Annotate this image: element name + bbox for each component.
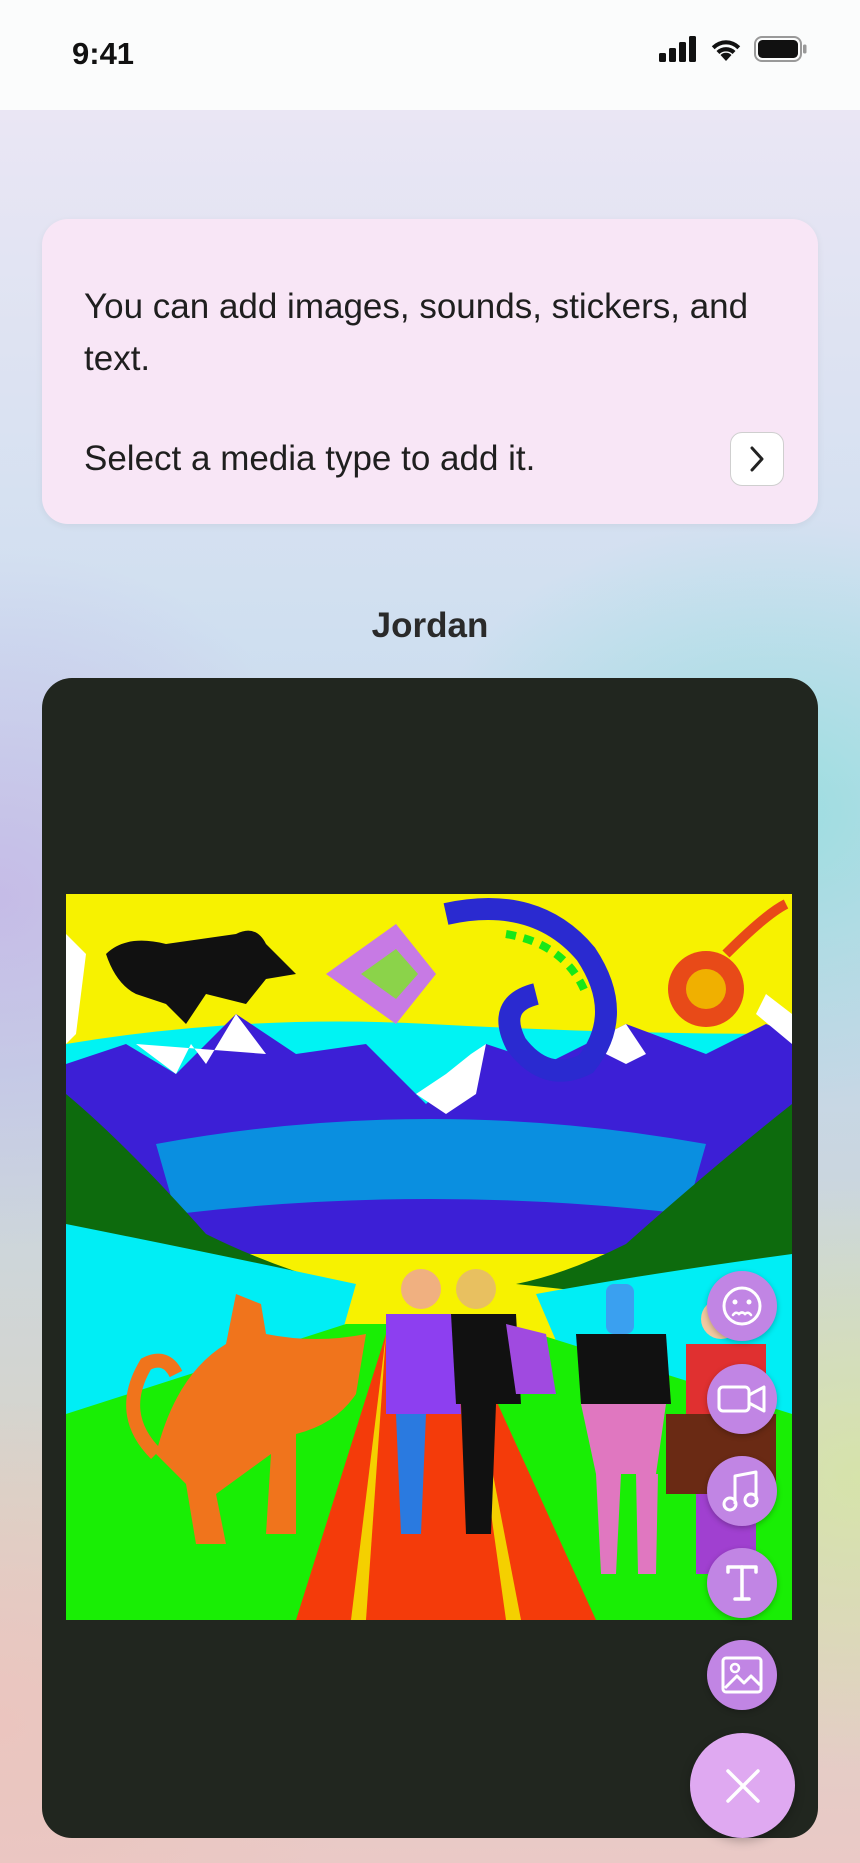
- image-button[interactable]: [707, 1640, 777, 1710]
- image-icon: [721, 1656, 763, 1694]
- status-time: 9:41: [72, 36, 135, 71]
- close-icon: [725, 1768, 760, 1803]
- audio-button[interactable]: [707, 1456, 777, 1526]
- colorful-illustration-image: [66, 894, 792, 1620]
- instruction-text-2: Select a media type to add it.: [84, 439, 536, 478]
- text-button[interactable]: [707, 1548, 777, 1618]
- status-bar: 9:41: [0, 0, 860, 110]
- close-media-menu-button[interactable]: [690, 1733, 795, 1838]
- recipient-name: Jordan: [371, 606, 489, 645]
- instruction-card: You can add images, sounds, stickers, an…: [42, 219, 818, 524]
- instruction-text-1: You can add images, sounds, stickers, an…: [84, 287, 749, 378]
- text-icon: [726, 1565, 758, 1601]
- next-button[interactable]: [730, 432, 784, 486]
- music-note-icon: [722, 1470, 759, 1512]
- cellular-signal-icon: [659, 36, 696, 62]
- sticker-button[interactable]: [707, 1271, 777, 1341]
- media-canvas[interactable]: [42, 678, 818, 1838]
- video-button[interactable]: [707, 1364, 777, 1434]
- status-icons: [658, 36, 808, 62]
- wifi-icon: [711, 40, 741, 61]
- video-camera-icon: [717, 1385, 766, 1413]
- battery-icon: [754, 36, 807, 62]
- chevron-right-icon: [750, 446, 764, 472]
- sticker-face-icon: [722, 1286, 762, 1326]
